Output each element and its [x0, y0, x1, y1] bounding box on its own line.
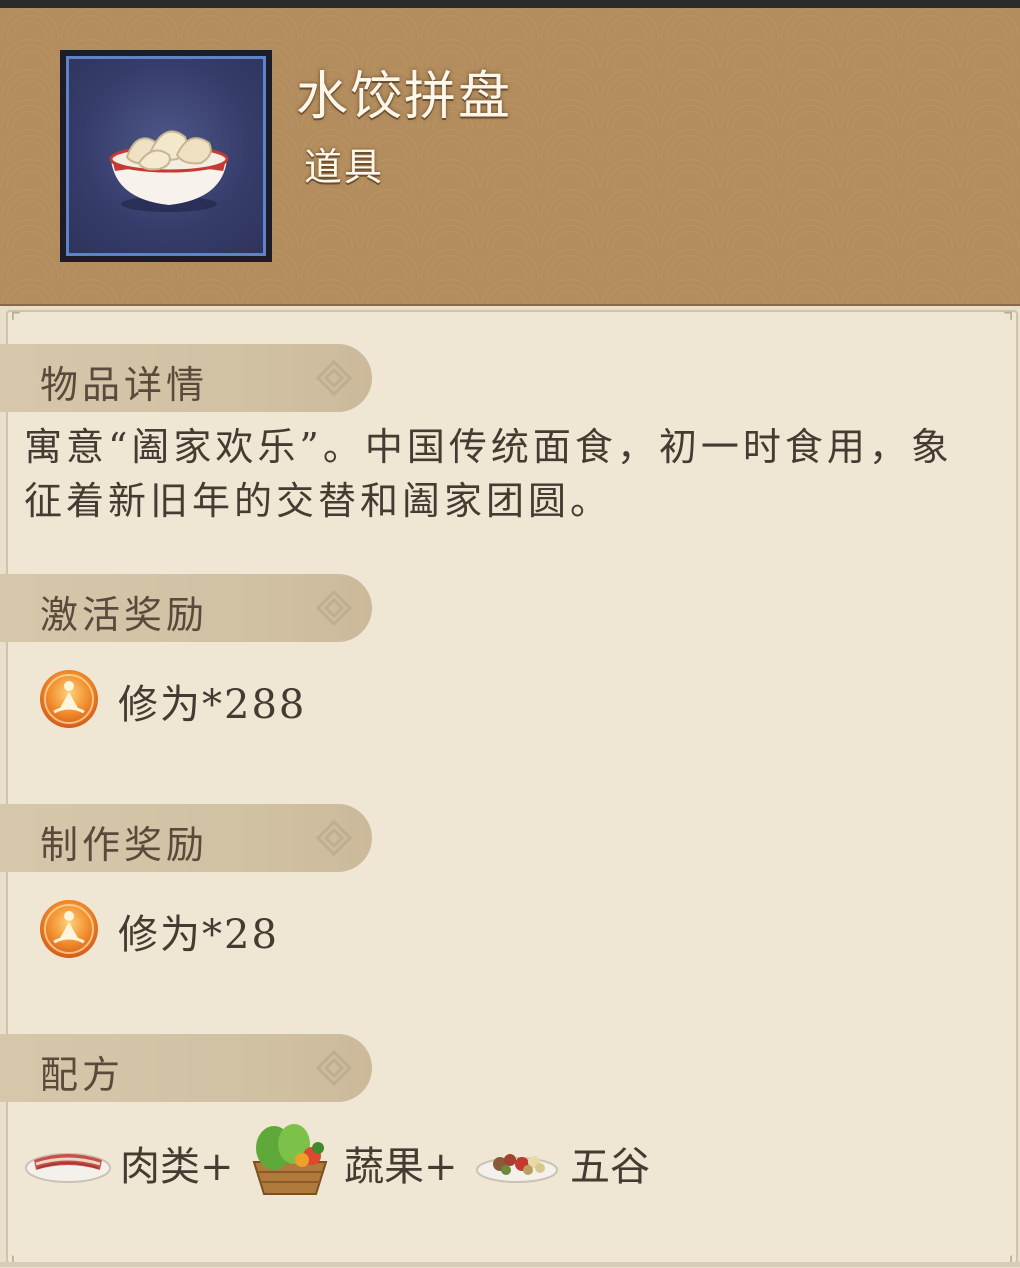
section-title-activation: 激活奖励: [40, 593, 209, 637]
item-type: 道具: [304, 145, 385, 189]
item-header: 水饺拼盘 道具: [0, 8, 1020, 306]
spiral-ornament-icon: [315, 589, 353, 627]
section-title-recipe: 配方: [40, 1053, 125, 1097]
activation-reward-text: 修为*288: [118, 682, 307, 728]
bottom-border: [0, 1262, 1020, 1267]
item-icon-frame: [60, 50, 272, 262]
grain-plate-icon: [476, 1154, 558, 1183]
corner-ornament-right: ⌝: [1002, 308, 1014, 336]
ingredient-grains-label: 五谷: [570, 1144, 650, 1190]
item-name: 水饺拼盘: [296, 67, 513, 127]
cultivation-icon: [40, 670, 98, 728]
spiral-ornament-icon: [315, 359, 353, 397]
top-strip: [0, 0, 1020, 8]
vegetable-basket-icon: [252, 1124, 328, 1195]
cultivation-icon: [40, 900, 98, 958]
section-title-details: 物品详情: [40, 363, 209, 407]
section-tab-crafting: 制作奖励: [0, 804, 372, 872]
section-tab-activation: 激活奖励: [0, 574, 372, 642]
spiral-ornament-icon: [315, 819, 353, 857]
corner-ornament-left: ⌜: [10, 308, 22, 336]
item-description: 寓意“阖家欢乐”。中国传统面食，初一时食用，象征着新旧年的交替和阖家团圆。: [24, 425, 953, 523]
item-icon-background: [66, 56, 266, 256]
crafting-reward-text: 修为*28: [118, 912, 279, 958]
meat-plate-icon: [25, 1153, 111, 1183]
section-tab-details: 物品详情: [0, 344, 372, 412]
ingredient-vegetables-label: 蔬果+: [344, 1144, 458, 1190]
spiral-ornament-icon: [315, 1049, 353, 1087]
dumpling-bowl-icon: [109, 130, 229, 212]
section-tab-recipe: 配方: [0, 1034, 372, 1102]
section-title-crafting: 制作奖励: [40, 823, 209, 867]
ingredient-meat-label: 肉类+: [120, 1144, 234, 1190]
